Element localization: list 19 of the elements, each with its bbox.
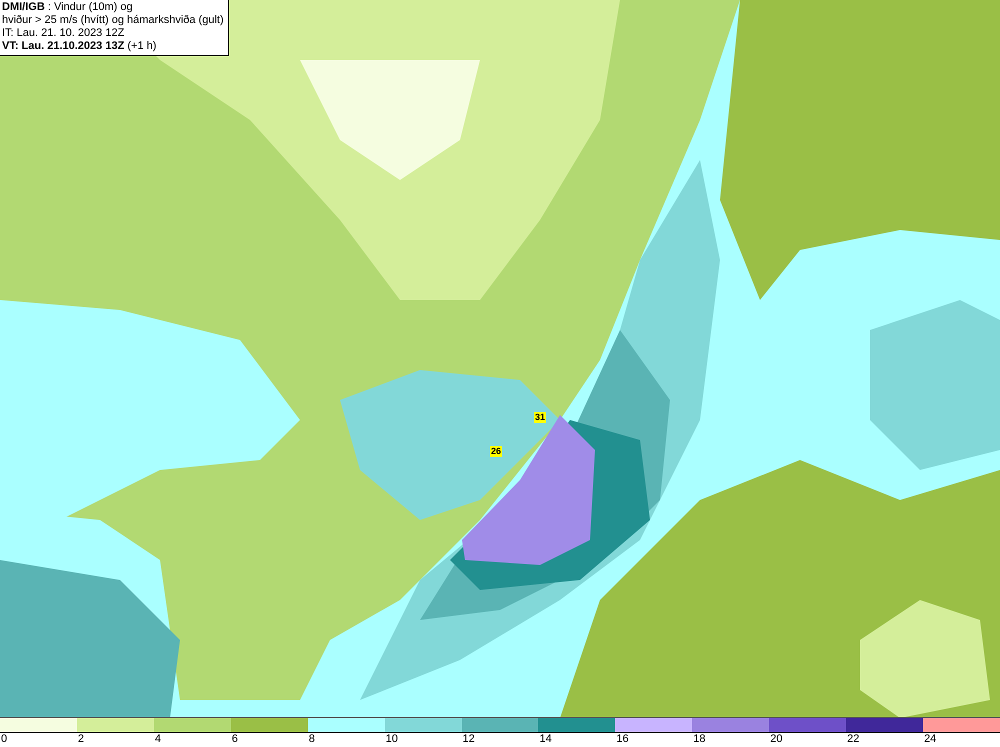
title-line: IT: Lau. 21. 10. 2023 12Z xyxy=(2,27,126,40)
legend-tick-label: 12 xyxy=(462,733,475,747)
legend-tick-label: 2 xyxy=(76,733,84,747)
legend-tick-label: 8 xyxy=(308,733,315,747)
legend-tick-label: 10 xyxy=(384,733,398,747)
legend-tick-label: 0 xyxy=(0,733,8,747)
legend-tick-label: 24 xyxy=(923,733,936,747)
legend-tick-label: 16 xyxy=(615,733,629,747)
legend-tick-label: 18 xyxy=(692,733,706,747)
title-line: DMI/IGB : Vindur (10m) og xyxy=(2,1,134,14)
gust-label: 26 xyxy=(490,446,502,457)
legend-tick-label: 4 xyxy=(154,733,161,747)
legend-tick-label: 6 xyxy=(230,733,238,747)
title-line: VT: Lau. 21.10.2023 13Z (+1 h) xyxy=(2,40,158,53)
gust-label: 31 xyxy=(534,412,546,423)
legend-tick-label: 22 xyxy=(846,733,860,747)
legend-tick-label: 20 xyxy=(769,733,782,747)
legend-tick-label: 14 xyxy=(538,733,552,747)
title-line: hviður > 25 m/s (hvítt) og hámarkshviða (gult) xyxy=(2,14,224,27)
